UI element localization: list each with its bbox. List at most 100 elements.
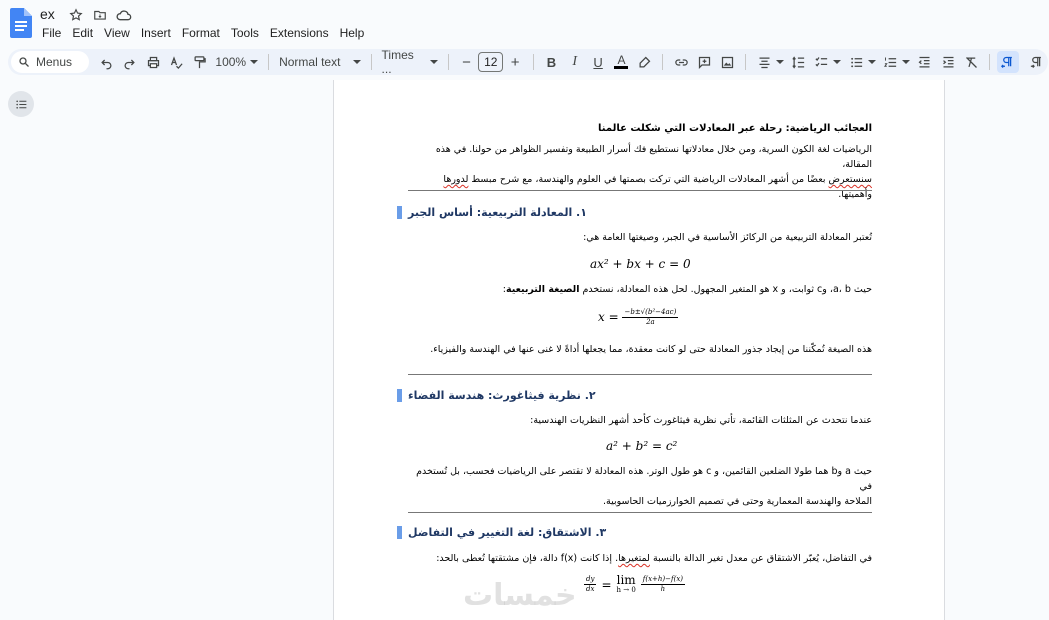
menu-help[interactable]: Help — [338, 25, 370, 41]
numbered-list-button[interactable] — [880, 51, 901, 73]
intro-line-1: الرياضيات لغة الكون السرية، ومن خلال معا… — [435, 144, 872, 170]
zoom-value: 100% — [215, 55, 247, 69]
link-icon — [674, 58, 688, 66]
section-3-heading[interactable]: ٣. الاشتقاق: لغة التغيير في التفاضل — [397, 526, 872, 539]
dy: dy — [584, 575, 597, 585]
decrease-indent-button[interactable] — [914, 51, 935, 73]
menu-tools[interactable]: Tools — [229, 25, 264, 41]
undo-icon — [101, 59, 112, 69]
document-main-title: العجائب الرياضية: رحلة عبر المعادلات الت… — [598, 123, 872, 134]
section-1-heading[interactable]: ١. المعادلة التربيعية: أساس الجبر — [397, 206, 872, 219]
paragraph-style-select[interactable]: Normal text — [275, 55, 365, 69]
section-1-heading-text: ١. المعادلة التربيعية: أساس الجبر — [408, 206, 587, 219]
heading-marker — [397, 206, 402, 219]
menu-edit[interactable]: Edit — [70, 25, 98, 41]
misspelled-word[interactable]: سنستعرض — [829, 174, 872, 185]
menu-bar: File Edit View Insert Format Tools Exten… — [40, 25, 373, 41]
highlighter-icon — [639, 56, 651, 67]
bold-button[interactable]: B — [541, 51, 562, 73]
highlight-button[interactable] — [634, 51, 655, 73]
line-spacing-button[interactable] — [788, 51, 809, 73]
increase-font-size-button[interactable]: + — [504, 51, 525, 73]
comment-add-icon — [698, 56, 711, 69]
numbered-list-icon — [883, 57, 897, 67]
font-family-select[interactable]: Times ... — [378, 48, 442, 76]
document-outline-button[interactable] — [8, 91, 34, 117]
redo-button[interactable] — [119, 51, 140, 73]
section-1-paragraph-3: هذه الصيغة تُمكّننا من إيجاد جذور المعاد… — [430, 344, 872, 355]
difference-quotient-denominator: h — [660, 585, 666, 593]
search-icon — [19, 57, 29, 67]
chevron-down-icon[interactable] — [775, 60, 784, 64]
cloud-status-icon[interactable] — [116, 7, 132, 23]
decrease-font-size-button[interactable]: − — [456, 51, 477, 73]
chevron-down-icon — [352, 60, 361, 64]
derivative-fraction: dy dx — [584, 575, 597, 594]
increase-indent-icon — [942, 56, 954, 67]
misspelled-word[interactable]: لمتغيرها — [618, 553, 650, 564]
undo-button[interactable] — [96, 51, 117, 73]
insert-link-button[interactable] — [670, 51, 691, 73]
checklist-button[interactable] — [811, 51, 832, 73]
ltr-text-button[interactable] — [1026, 51, 1047, 73]
text-color-swatch — [614, 66, 629, 69]
formula-denominator: 2a — [646, 318, 655, 326]
derivative-definition: dy dx = lim h → 0 f(x+h)−f(x) h — [584, 574, 686, 595]
top-bar: ex File Edit View Insert Format Tools Ex… — [0, 0, 1049, 46]
line-spacing-icon — [792, 55, 805, 69]
section-2-heading[interactable]: ٢. نظرية فيثاغورث: هندسة الفضاء — [397, 389, 872, 402]
star-icon[interactable] — [68, 7, 84, 23]
google-docs-logo-icon[interactable] — [10, 8, 32, 38]
menu-file[interactable]: File — [40, 25, 66, 41]
underline-button[interactable]: U — [587, 51, 608, 73]
spellcheck-icon — [170, 55, 183, 69]
spellcheck-button[interactable] — [166, 51, 187, 73]
menu-extensions[interactable]: Extensions — [268, 25, 334, 41]
rtl-text-button[interactable] — [997, 51, 1019, 73]
intro-text: بعضًا من أشهر المعادلات الرياضية التي تر… — [468, 174, 829, 185]
lim-subscript: h → 0 — [616, 586, 636, 594]
italic-button[interactable]: I — [564, 51, 585, 73]
menu-insert[interactable]: Insert — [139, 25, 176, 41]
document-title[interactable]: ex — [40, 6, 55, 22]
clear-formatting-button[interactable] — [961, 51, 982, 73]
paint-format-icon — [194, 55, 206, 68]
formula-lhs: x = — [598, 310, 619, 324]
intro-paragraph: الرياضيات لغة الكون السرية، ومن خلال معا… — [408, 142, 872, 202]
section-2-line-1: حيث a وb هما طولا الضلعين القائمين، و c … — [416, 466, 872, 492]
menu-view[interactable]: View — [102, 25, 135, 41]
document-page[interactable]: العجائب الرياضية: رحلة عبر المعادلات الت… — [333, 80, 945, 620]
text-color-button[interactable]: A — [611, 51, 632, 73]
chevron-down-icon[interactable] — [902, 60, 911, 64]
section-3-text: . إذا كانت f(x) دالة، فإن مشتقتها تُعطى … — [436, 553, 619, 564]
left-to-right-icon — [1030, 56, 1041, 68]
print-button[interactable] — [142, 51, 163, 73]
chevron-down-icon[interactable] — [833, 60, 842, 64]
chevron-down-icon[interactable] — [867, 60, 876, 64]
font-family-value: Times ... — [381, 48, 414, 76]
add-comment-button[interactable] — [694, 51, 715, 73]
section-2-heading-text: ٢. نظرية فيثاغورث: هندسة الفضاء — [408, 389, 596, 402]
font-size-input[interactable]: 12 — [478, 52, 504, 72]
print-icon — [147, 56, 159, 68]
chevron-down-icon — [250, 60, 259, 64]
align-button[interactable] — [753, 51, 774, 73]
section-1-text: حيث a، b، وc ثوابت، و x هو المتغير المجه… — [579, 284, 872, 295]
image-icon — [722, 56, 734, 68]
insert-image-button[interactable] — [717, 51, 738, 73]
bulleted-list-button[interactable] — [845, 51, 866, 73]
formula-fraction: −b±√(b²−4ac) 2a — [622, 308, 679, 327]
outline-list-icon — [15, 99, 26, 109]
formula-numerator: −b±√(b²−4ac) — [622, 308, 679, 318]
section-1-paragraph-1: تُعتبر المعادلة التربيعية من الركائز الأ… — [583, 232, 872, 243]
quadratic-formula: x = −b±√(b²−4ac) 2a — [598, 308, 679, 327]
paint-format-button[interactable] — [189, 51, 210, 73]
move-folder-icon[interactable] — [92, 7, 108, 23]
menu-format[interactable]: Format — [180, 25, 225, 41]
horizontal-rule — [408, 512, 872, 513]
misspelled-word[interactable]: لدورها — [443, 174, 468, 185]
menus-search[interactable]: Menus — [11, 51, 89, 73]
increase-indent-button[interactable] — [938, 51, 959, 73]
zoom-select[interactable]: 100% — [211, 55, 262, 69]
section-3-text: في التفاضل، يُعبّر الاشتقاق عن معدل تغير… — [649, 553, 872, 564]
